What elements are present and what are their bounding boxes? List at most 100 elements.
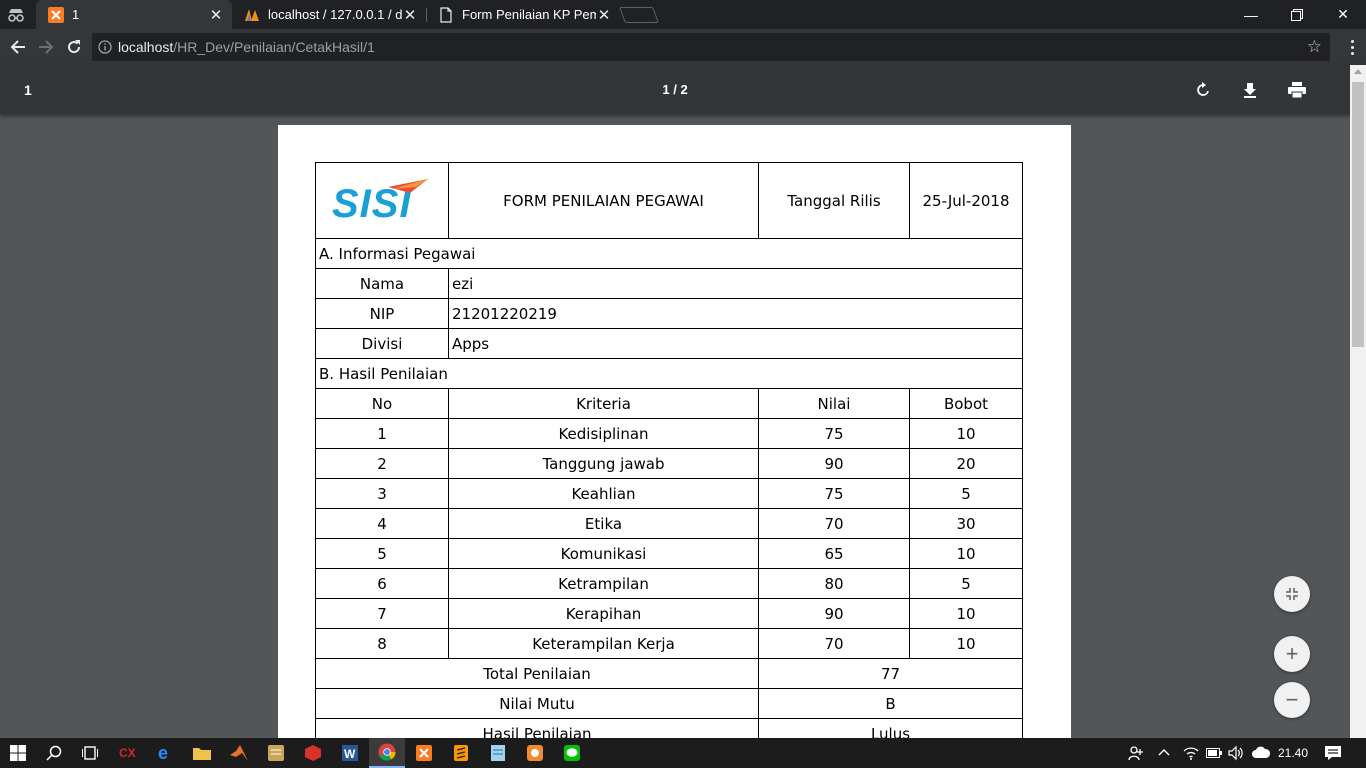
chrome-menu-icon[interactable] <box>1344 34 1360 60</box>
fit-to-page-icon <box>1286 588 1298 600</box>
matlab-icon <box>230 745 248 761</box>
back-button[interactable] <box>5 34 31 60</box>
section-a-row: A. Informasi Pegawai <box>315 238 1023 269</box>
vertical-scrollbar[interactable] <box>1350 65 1366 738</box>
taskbar-app-red[interactable] <box>295 738 331 768</box>
rotate-button[interactable] <box>1190 77 1216 103</box>
browser-toolbar: localhost/HR_Dev/Penilaian/CetakHasil/1 … <box>0 29 1366 65</box>
chevron-up-icon[interactable] <box>1158 748 1170 756</box>
criteria-no: 7 <box>315 598 449 629</box>
address-bar[interactable]: localhost/HR_Dev/Penilaian/CetakHasil/1 … <box>92 33 1330 61</box>
print-icon <box>1288 82 1306 98</box>
download-button[interactable] <box>1237 77 1263 103</box>
criteria-weight: 20 <box>909 448 1023 479</box>
download-icon <box>1244 83 1256 98</box>
taskbar-app-word[interactable]: W <box>332 738 368 768</box>
chrome-icon <box>378 743 396 761</box>
tab-title: Form Penilaian KP Pembin <box>462 7 596 22</box>
criteria-no: 3 <box>315 478 449 509</box>
url-host: localhost <box>118 39 174 55</box>
employee-label: Divisi <box>315 328 449 359</box>
close-tab-icon[interactable]: ✕ <box>402 6 418 24</box>
fit-page-button[interactable] <box>1274 576 1310 612</box>
criteria-row: 4 Etika 70 30 <box>315 508 1023 539</box>
start-button[interactable] <box>0 738 36 768</box>
total-value: 77 <box>758 658 1023 689</box>
taskbar-app-cx[interactable]: CX <box>110 738 146 768</box>
taskbar-app-notes[interactable] <box>258 738 294 768</box>
tab-1[interactable]: 1 ✕ <box>36 0 232 29</box>
criteria-score: 80 <box>758 568 910 599</box>
criteria-row: 1 Kedisiplinan 75 10 <box>315 418 1023 449</box>
battery-icon[interactable] <box>1206 748 1222 758</box>
zoom-out-button[interactable]: − <box>1274 682 1310 718</box>
criteria-no: 2 <box>315 448 449 479</box>
criteria-no: 1 <box>315 418 449 449</box>
task-view-button[interactable] <box>72 738 108 768</box>
wifi-icon[interactable] <box>1183 745 1199 761</box>
search-button[interactable] <box>36 738 72 768</box>
new-tab-button[interactable] <box>619 7 659 23</box>
result-row: Hasil Penilaian Lulus <box>315 718 1023 738</box>
taskbar-app-orange[interactable] <box>517 738 553 768</box>
bookmark-star-icon[interactable]: ☆ <box>1307 37 1322 57</box>
cloud-sync-icon[interactable] <box>1252 745 1270 759</box>
svg-text:CX: CX <box>119 746 136 760</box>
scroll-up-icon[interactable] <box>1354 69 1362 74</box>
notepad-icon <box>491 745 505 761</box>
assessment-form-table: SISI FORM PENILAIAN PEGAWAI Tanggal Rili… <box>315 162 1023 738</box>
people-icon[interactable] <box>1128 745 1144 761</box>
taskbar-app-explorer[interactable] <box>184 738 220 768</box>
windows-taskbar: CX e W 21.40 <box>0 738 1366 768</box>
close-tab-icon[interactable]: ✕ <box>596 6 612 24</box>
taskbar-app-line[interactable] <box>554 738 590 768</box>
tab-form-penilaian[interactable]: Form Penilaian KP Pembin ✕ <box>426 0 620 29</box>
criteria-row: 6 Ketrampilan 80 5 <box>315 568 1023 599</box>
system-clock[interactable]: 21.40 <box>1278 746 1308 760</box>
close-tab-icon[interactable]: ✕ <box>208 6 224 24</box>
windows-logo-icon <box>10 745 26 761</box>
criteria-score: 65 <box>758 538 910 569</box>
criteria-row: 2 Tanggung jawab 90 20 <box>315 448 1023 479</box>
taskbar-app-chrome[interactable] <box>369 738 405 768</box>
taskbar-app-xampp[interactable] <box>406 738 442 768</box>
forward-button[interactable] <box>33 34 59 60</box>
current-page[interactable]: 1 <box>662 82 669 97</box>
restore-button[interactable] <box>1274 0 1320 29</box>
reload-icon <box>68 40 81 54</box>
criteria-name: Komunikasi <box>448 538 759 569</box>
action-center-icon[interactable] <box>1324 745 1342 761</box>
restore-icon <box>1291 8 1303 21</box>
taskbar-app-edge[interactable]: e <box>147 738 183 768</box>
total-row: Total Penilaian 77 <box>315 658 1023 689</box>
taskbar-app-matlab[interactable] <box>221 738 257 768</box>
criteria-weight: 5 <box>909 478 1023 509</box>
reload-button[interactable] <box>61 34 87 60</box>
criteria-weight: 10 <box>909 418 1023 449</box>
info-icon[interactable] <box>98 40 112 54</box>
header-score: Nilai <box>758 388 910 419</box>
close-window-button[interactable]: ✕ <box>1320 0 1366 29</box>
zoom-in-button[interactable]: + <box>1274 636 1310 672</box>
criteria-row: 5 Komunikasi 65 10 <box>315 538 1023 569</box>
minimize-button[interactable]: — <box>1228 0 1274 29</box>
employee-row: Divisi Apps <box>315 328 1023 359</box>
print-button[interactable] <box>1284 77 1310 103</box>
url-text: localhost/HR_Dev/Penilaian/CetakHasil/1 <box>118 39 375 55</box>
criteria-name: Tanggung jawab <box>448 448 759 479</box>
criteria-weight: 30 <box>909 508 1023 539</box>
volume-icon[interactable] <box>1228 745 1244 761</box>
criteria-name: Ketrampilan <box>448 568 759 599</box>
tab-phpmyadmin[interactable]: localhost / 127.0.0.1 / db_ ✕ <box>232 0 426 29</box>
scroll-thumb[interactable] <box>1352 82 1364 347</box>
rotate-icon <box>1197 82 1209 96</box>
forward-arrow-icon <box>39 40 54 54</box>
taskbar-app-notepad[interactable] <box>480 738 516 768</box>
taskbar-app-sublime[interactable] <box>443 738 479 768</box>
release-date-value: 25-Jul-2018 <box>909 162 1023 239</box>
tab-title: localhost / 127.0.0.1 / db_ <box>268 7 402 22</box>
criteria-no: 4 <box>315 508 449 539</box>
criteria-name: Kerapihan <box>448 598 759 629</box>
pdf-toolbar: 1 1 / 2 <box>0 65 1366 114</box>
grade-row: Nilai Mutu B <box>315 688 1023 719</box>
